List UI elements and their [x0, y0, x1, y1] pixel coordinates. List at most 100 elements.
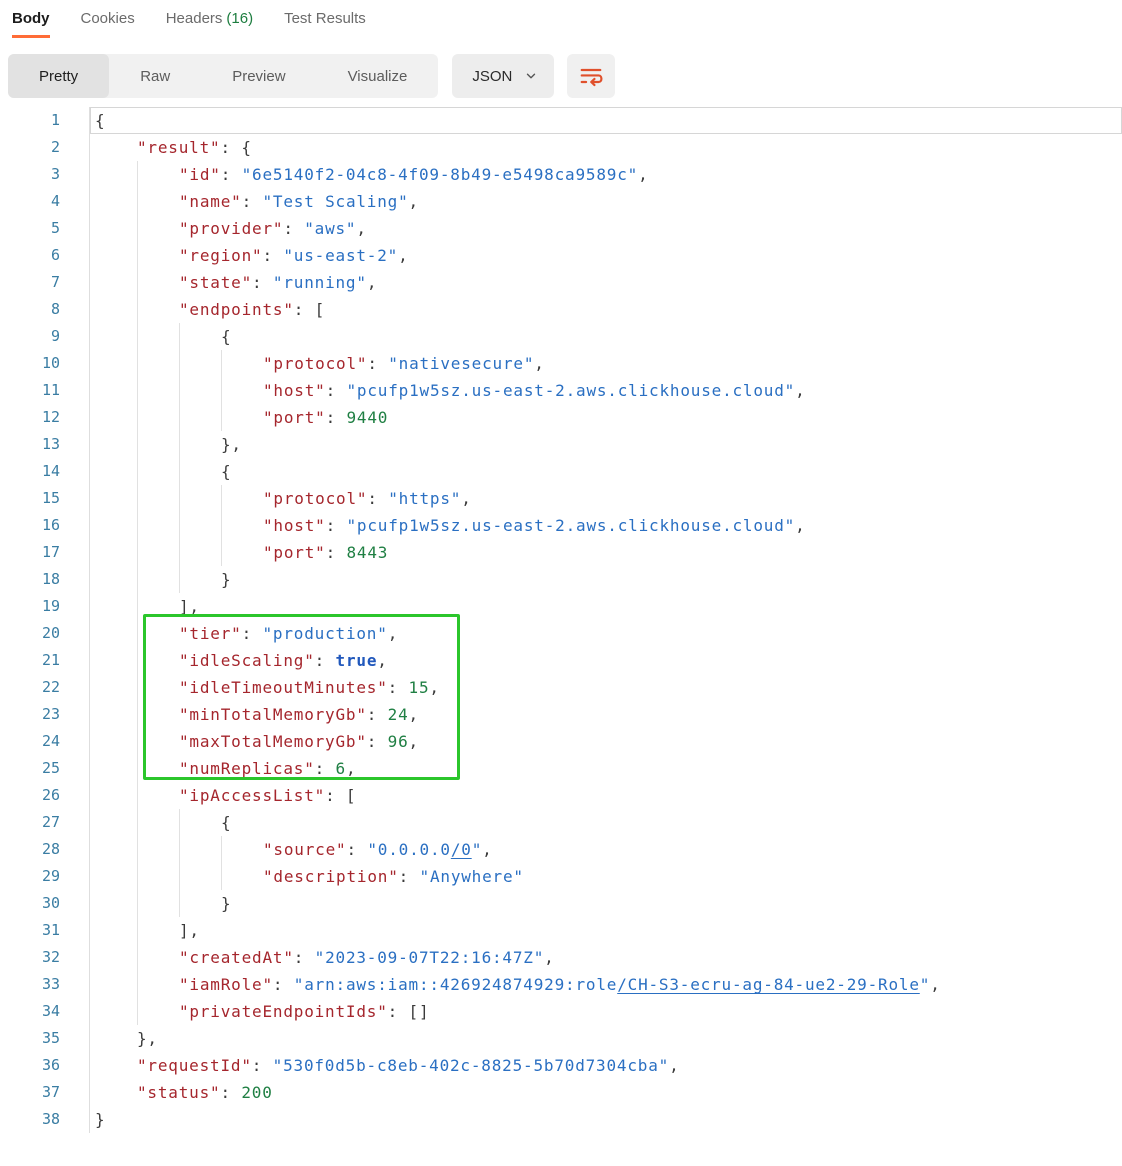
code-line[interactable]: 8"endpoints": [	[0, 296, 1122, 323]
indent-spacer	[95, 161, 137, 188]
json-punctuation: ,	[388, 624, 398, 643]
indent-guide	[137, 998, 179, 1025]
json-string: "https"	[388, 489, 461, 508]
line-number: 29	[0, 863, 90, 890]
json-punctuation: ,	[482, 840, 492, 859]
line-number: 19	[0, 593, 90, 620]
language-dropdown[interactable]: JSON	[452, 54, 554, 98]
code-line[interactable]: 10"protocol": "nativesecure",	[0, 350, 1122, 377]
line-number: 27	[0, 809, 90, 836]
code-line[interactable]: 32"createdAt": "2023-09-07T22:16:47Z",	[0, 944, 1122, 971]
indent-spacer	[95, 1052, 137, 1079]
json-key: "description"	[263, 867, 399, 886]
json-punctuation: ,	[409, 705, 419, 724]
indent-guide	[221, 377, 263, 404]
code-line[interactable]: 36"requestId": "530f0d5b-c8eb-402c-8825-…	[0, 1052, 1122, 1079]
code-content: "protocol": "https",	[90, 485, 1122, 512]
code-line[interactable]: 23"minTotalMemoryGb": 24,	[0, 701, 1122, 728]
code-line[interactable]: 20"tier": "production",	[0, 620, 1122, 647]
json-key: "createdAt"	[179, 948, 294, 967]
code-line[interactable]: 18}	[0, 566, 1122, 593]
json-punctuation: ,	[356, 219, 366, 238]
code-line[interactable]: 27{	[0, 809, 1122, 836]
indent-guide	[137, 404, 179, 431]
json-punctuation: {	[221, 462, 231, 481]
code-line[interactable]: 4"name": "Test Scaling",	[0, 188, 1122, 215]
code-line[interactable]: 14 {	[0, 458, 1122, 485]
view-raw[interactable]: Raw	[109, 54, 201, 98]
indent-guide	[137, 323, 179, 350]
code-line[interactable]: 30}	[0, 890, 1122, 917]
code-line[interactable]: 29"description": "Anywhere"	[0, 863, 1122, 890]
code-line[interactable]: 19],	[0, 593, 1122, 620]
code-line[interactable]: 17"port": 8443	[0, 539, 1122, 566]
line-number: 21	[0, 647, 90, 674]
code-line[interactable]: 2"result": {	[0, 134, 1122, 161]
line-number: 1	[0, 107, 90, 134]
tab-test-results[interactable]: Test Results	[284, 10, 366, 38]
code-line[interactable]: 6"region": "us-east-2",	[0, 242, 1122, 269]
view-pretty[interactable]: Pretty	[8, 54, 109, 98]
indent-spacer	[95, 998, 137, 1025]
code-content: "description": "Anywhere"	[90, 863, 1122, 890]
json-string: "6e5140f2-04c8-4f09-8b49-e5498ca9589c"	[242, 165, 638, 184]
code-content: "createdAt": "2023-09-07T22:16:47Z",	[90, 944, 1122, 971]
line-number: 20	[0, 620, 90, 647]
indent-spacer	[95, 674, 137, 701]
line-number: 8	[0, 296, 90, 323]
code-line[interactable]: 12"port": 9440	[0, 404, 1122, 431]
code-line[interactable]: 24"maxTotalMemoryGb": 96,	[0, 728, 1122, 755]
code-line[interactable]: 31],	[0, 917, 1122, 944]
indent-spacer	[95, 701, 137, 728]
code-line[interactable]: 22"idleTimeoutMinutes": 15,	[0, 674, 1122, 701]
line-number: 33	[0, 971, 90, 998]
indent-guide	[179, 890, 221, 917]
indent-guide	[221, 350, 263, 377]
code-line[interactable]: 13},	[0, 431, 1122, 458]
line-number: 17	[0, 539, 90, 566]
code-line[interactable]: 28"source": "0.0.0.0/0",	[0, 836, 1122, 863]
code-line[interactable]: 16"host": "pcufp1w5sz.us-east-2.aws.clic…	[0, 512, 1122, 539]
line-number: 12	[0, 404, 90, 431]
response-toolbar: PrettyRawPreviewVisualize JSON	[8, 54, 1122, 98]
code-content: "port": 8443	[90, 539, 1122, 566]
indent-spacer	[95, 782, 137, 809]
code-line[interactable]: 11"host": "pcufp1w5sz.us-east-2.aws.clic…	[0, 377, 1122, 404]
code-content: "minTotalMemoryGb": 24,	[90, 701, 1122, 728]
indent-guide	[179, 539, 221, 566]
code-line[interactable]: 35},	[0, 1025, 1122, 1052]
code-line[interactable]: 33"iamRole": "arn:aws:iam::426924874929:…	[0, 971, 1122, 998]
code-line[interactable]: 38}	[0, 1106, 1122, 1133]
code-line[interactable]: 25"numReplicas": 6,	[0, 755, 1122, 782]
json-punctuation: ,	[638, 165, 648, 184]
code-line[interactable]: 7"state": "running",	[0, 269, 1122, 296]
code-line[interactable]: 21"idleScaling": true,	[0, 647, 1122, 674]
code-line[interactable]: 1{	[0, 107, 1122, 134]
json-string: "production"	[262, 624, 387, 643]
code-line[interactable]: 34"privateEndpointIds": []	[0, 998, 1122, 1025]
code-line[interactable]: 9{	[0, 323, 1122, 350]
code-line[interactable]: 5"provider": "aws",	[0, 215, 1122, 242]
tab-headers[interactable]: Headers(16)	[166, 10, 253, 38]
line-number: 2	[0, 134, 90, 161]
code-line[interactable]: 3"id": "6e5140f2-04c8-4f09-8b49-e5498ca9…	[0, 161, 1122, 188]
wrap-lines-button[interactable]	[567, 54, 615, 98]
json-string: "aws"	[304, 219, 356, 238]
line-number: 14	[0, 458, 90, 485]
view-preview[interactable]: Preview	[201, 54, 316, 98]
json-key: "requestId"	[137, 1056, 252, 1075]
code-line[interactable]: 37"status": 200	[0, 1079, 1122, 1106]
code-content: "tier": "production",	[90, 620, 1122, 647]
code-line[interactable]: 26"ipAccessList": [	[0, 782, 1122, 809]
indent-guide	[137, 917, 179, 944]
json-punctuation: },	[221, 435, 242, 454]
tab-cookies[interactable]: Cookies	[81, 10, 135, 38]
indent-guide	[179, 350, 221, 377]
json-punctuation: :	[242, 624, 263, 643]
tab-body[interactable]: Body	[12, 10, 50, 38]
response-body-editor[interactable]: 1{2"result": {3"id": "6e5140f2-04c8-4f09…	[0, 107, 1122, 1133]
code-line[interactable]: 15"protocol": "https",	[0, 485, 1122, 512]
indent-spacer	[95, 728, 137, 755]
tab-label: Test Results	[284, 10, 366, 27]
view-visualize[interactable]: Visualize	[317, 54, 439, 98]
